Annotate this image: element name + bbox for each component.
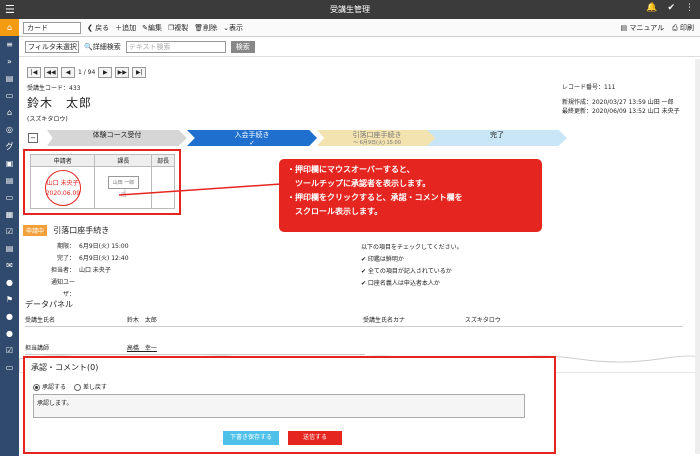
bubble2-icon[interactable]: ●	[0, 308, 19, 325]
bubble-icon[interactable]: ●	[0, 274, 19, 291]
list-icon[interactable]: ▤	[0, 70, 19, 87]
request-details: 期限： 6月9日(火) 15:00 完了： 6月9日(火) 12:40 担当者： 山口…	[50, 243, 129, 298]
scrollbar[interactable]	[695, 59, 700, 454]
request-title: 引落口座手続き	[53, 226, 110, 235]
approve-radio[interactable]: 承認する	[33, 382, 66, 391]
main-panel: カード ❮ 戻る ＋追加 ✎編集 ❐複製 🗑削除 ⌄表示 ▤ マニュアル ⎙ 印…	[19, 19, 700, 456]
chat-icon[interactable]: ▭	[0, 87, 19, 104]
check-item: ✔ 全ての項目が記入されているか	[361, 268, 452, 275]
check-item: ✔ 印鑑は鮮明か	[361, 256, 404, 263]
sidebar: ⌂ ≡ » ▤ ▭ ⌂ ◎ グ ▣ ▤ ▭ ▦ ☑ ▤ ✉ ● ⚑ ● ● ☑ …	[0, 19, 19, 456]
top-bar: ☰ 受講生管理 🔔 ✔ ⋮	[0, 0, 700, 19]
request-section: 申請中 引落口座手続き	[23, 225, 109, 236]
headset-icon[interactable]: ◎	[0, 121, 19, 138]
check-item: ✔ 口座名義人は申込者本人か	[361, 280, 440, 287]
group-icon[interactable]: グ	[0, 138, 19, 155]
approval-title: 承認・コメント(0)	[31, 363, 99, 372]
send-button[interactable]: 送信する	[288, 431, 342, 445]
approval-radios: 承認する 差し戻す	[33, 382, 107, 391]
more-icon[interactable]: ⋮	[685, 3, 694, 13]
check-list-icon[interactable]: ☑	[0, 342, 19, 359]
document-icon[interactable]: ▤	[0, 172, 19, 189]
building-icon[interactable]: ⌂	[0, 104, 19, 121]
checklist: 以下の項目をチェックしてください。 ✔ 印鑑は鮮明か ✔ 全ての項目が記入されて…	[361, 242, 463, 290]
flag-icon[interactable]: ⚑	[0, 291, 19, 308]
save-draft-button[interactable]: 下書き保存する	[223, 431, 279, 445]
task-icon[interactable]: ☑	[0, 223, 19, 240]
comment-textarea[interactable]: 承認します。	[33, 394, 525, 418]
image-icon[interactable]: ▣	[0, 155, 19, 172]
arrow-icon[interactable]: »	[0, 53, 19, 70]
window-icon[interactable]: ▭	[0, 359, 19, 376]
datapanel-title: データパネル	[25, 300, 73, 309]
database-icon[interactable]: ≡	[0, 36, 19, 53]
home-icon[interactable]: ⌂	[0, 19, 19, 36]
chat2-icon[interactable]: ▭	[0, 189, 19, 206]
field-row: 担当講師 高橋 幸一	[25, 343, 365, 355]
status-badge: 申請中	[23, 225, 48, 236]
tooltip-callout: ・押印欄にマウスオーバーすると、 ツールチップに承認者を表示します。 ・押印欄を…	[279, 159, 542, 232]
field-row: 受講生氏名カナ スズキタロウ	[363, 315, 683, 327]
report-icon[interactable]: ▤	[0, 240, 19, 257]
check-icon[interactable]: ✔	[667, 3, 675, 13]
page-title: 受講生管理	[330, 5, 370, 14]
approval-section: 承認・コメント(0) 承認する 差し戻す 承認します。 下書き保存する 送信する	[23, 356, 556, 454]
field-row: 受講生氏名 鈴木 太郎	[25, 315, 365, 327]
mail-icon[interactable]: ✉	[0, 257, 19, 274]
bell-icon[interactable]: 🔔	[646, 3, 657, 13]
reject-radio[interactable]: 差し戻す	[74, 382, 107, 391]
bubble3-icon[interactable]: ●	[0, 325, 19, 342]
calendar-icon[interactable]: ▦	[0, 206, 19, 223]
